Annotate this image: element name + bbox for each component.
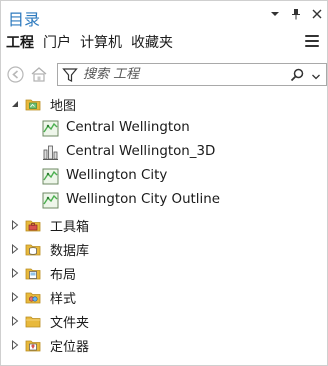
expand-arrow[interactable] [10, 220, 20, 230]
map-icon [42, 120, 59, 137]
pane-title: 目录 [8, 10, 41, 29]
triangle-collapsed-icon [12, 244, 19, 254]
expand-arrow[interactable] [10, 244, 20, 254]
menu-line [305, 45, 319, 47]
map-icon [42, 168, 59, 185]
pane-options-button[interactable] [269, 7, 281, 21]
tree-node-label: 地图 [50, 99, 77, 114]
triangle-collapsed-icon [12, 220, 19, 230]
expand-arrow[interactable] [10, 316, 20, 326]
tree-item-scene[interactable]: Central Wellington_3D [1, 142, 327, 164]
tree-node-styles[interactable]: 样式 [1, 286, 327, 308]
locator-folder-icon [25, 337, 41, 353]
tab-project[interactable]: 工程 [6, 33, 34, 53]
filter-button[interactable] [62, 67, 78, 87]
tree-node-label: 工具箱 [50, 220, 90, 235]
back-button[interactable] [6, 65, 25, 84]
catalog-pane: 目录 工程 门户 计算机 收藏夹 搜索 工程 地图 Central Wellin… [0, 0, 328, 366]
back-arrow-icon [7, 66, 24, 83]
map-icon [42, 192, 59, 209]
tree-node-label: 定位器 [50, 340, 90, 355]
tree-node-databases[interactable]: 数据库 [1, 238, 327, 260]
scene-3d-icon [42, 144, 58, 160]
tab-portal[interactable]: 门户 [43, 33, 71, 53]
tab-favorites[interactable]: 收藏夹 [131, 33, 173, 53]
tree-item-label: Wellington City [66, 168, 168, 183]
tree-node-locators[interactable]: 定位器 [1, 334, 327, 356]
search-box [57, 63, 327, 86]
filter-icon [62, 68, 78, 82]
search-icon [290, 68, 304, 82]
hamburger-menu-button[interactable] [305, 35, 319, 47]
tree-item-label: Wellington City Outline [66, 192, 220, 207]
search-button[interactable] [290, 67, 304, 86]
tab-computer[interactable]: 计算机 [80, 33, 122, 53]
tree-node-layouts[interactable]: 布局 [1, 262, 327, 284]
tree-item-map[interactable]: Central Wellington [1, 118, 327, 140]
pane-window-controls [269, 7, 323, 21]
triangle-expanded-icon [12, 101, 18, 107]
tree-node-label: 样式 [50, 292, 77, 307]
menu-line [305, 40, 319, 42]
expand-arrow[interactable] [10, 268, 20, 278]
pane-title-bar: 目录 [1, 1, 327, 31]
tree-node-label: 数据库 [50, 244, 90, 259]
tree-node-label: 布局 [50, 268, 77, 283]
catalog-tabs: 工程 门户 计算机 收藏夹 [6, 32, 173, 54]
catalog-toolbar [6, 63, 327, 86]
chevron-down-icon [271, 12, 279, 16]
tree-node-toolboxes[interactable]: 工具箱 [1, 214, 327, 236]
triangle-collapsed-icon [12, 292, 19, 302]
maps-folder-icon [25, 96, 41, 112]
expand-arrow[interactable] [10, 340, 20, 350]
folder-icon [25, 313, 41, 329]
collapse-arrow[interactable] [10, 99, 20, 109]
menu-line [305, 35, 319, 37]
style-folder-icon [25, 289, 41, 305]
search-options-dropdown[interactable] [311, 68, 321, 87]
tree-node-maps[interactable]: 地图 [1, 93, 327, 115]
tree-node-folders[interactable]: 文件夹 [1, 310, 327, 332]
chevron-down-icon [312, 74, 320, 80]
triangle-collapsed-icon [12, 268, 19, 278]
pin-button[interactable] [290, 7, 302, 21]
toolbox-folder-icon [25, 217, 41, 233]
tree-item-map[interactable]: Wellington City Outline [1, 190, 327, 212]
tree-item-label: Central Wellington [66, 120, 190, 135]
tree-item-map[interactable]: Wellington City [1, 166, 327, 188]
home-button[interactable] [29, 65, 48, 84]
expand-arrow[interactable] [10, 292, 20, 302]
close-icon [312, 9, 322, 19]
close-button[interactable] [311, 7, 323, 21]
home-icon [31, 67, 46, 82]
search-input[interactable] [83, 66, 283, 83]
triangle-collapsed-icon [12, 340, 19, 350]
pin-icon [292, 9, 300, 20]
layout-folder-icon [25, 265, 41, 281]
database-folder-icon [25, 241, 41, 257]
tree-node-label: 文件夹 [50, 316, 90, 331]
triangle-collapsed-icon [12, 316, 19, 326]
tree-item-label: Central Wellington_3D [66, 144, 216, 159]
